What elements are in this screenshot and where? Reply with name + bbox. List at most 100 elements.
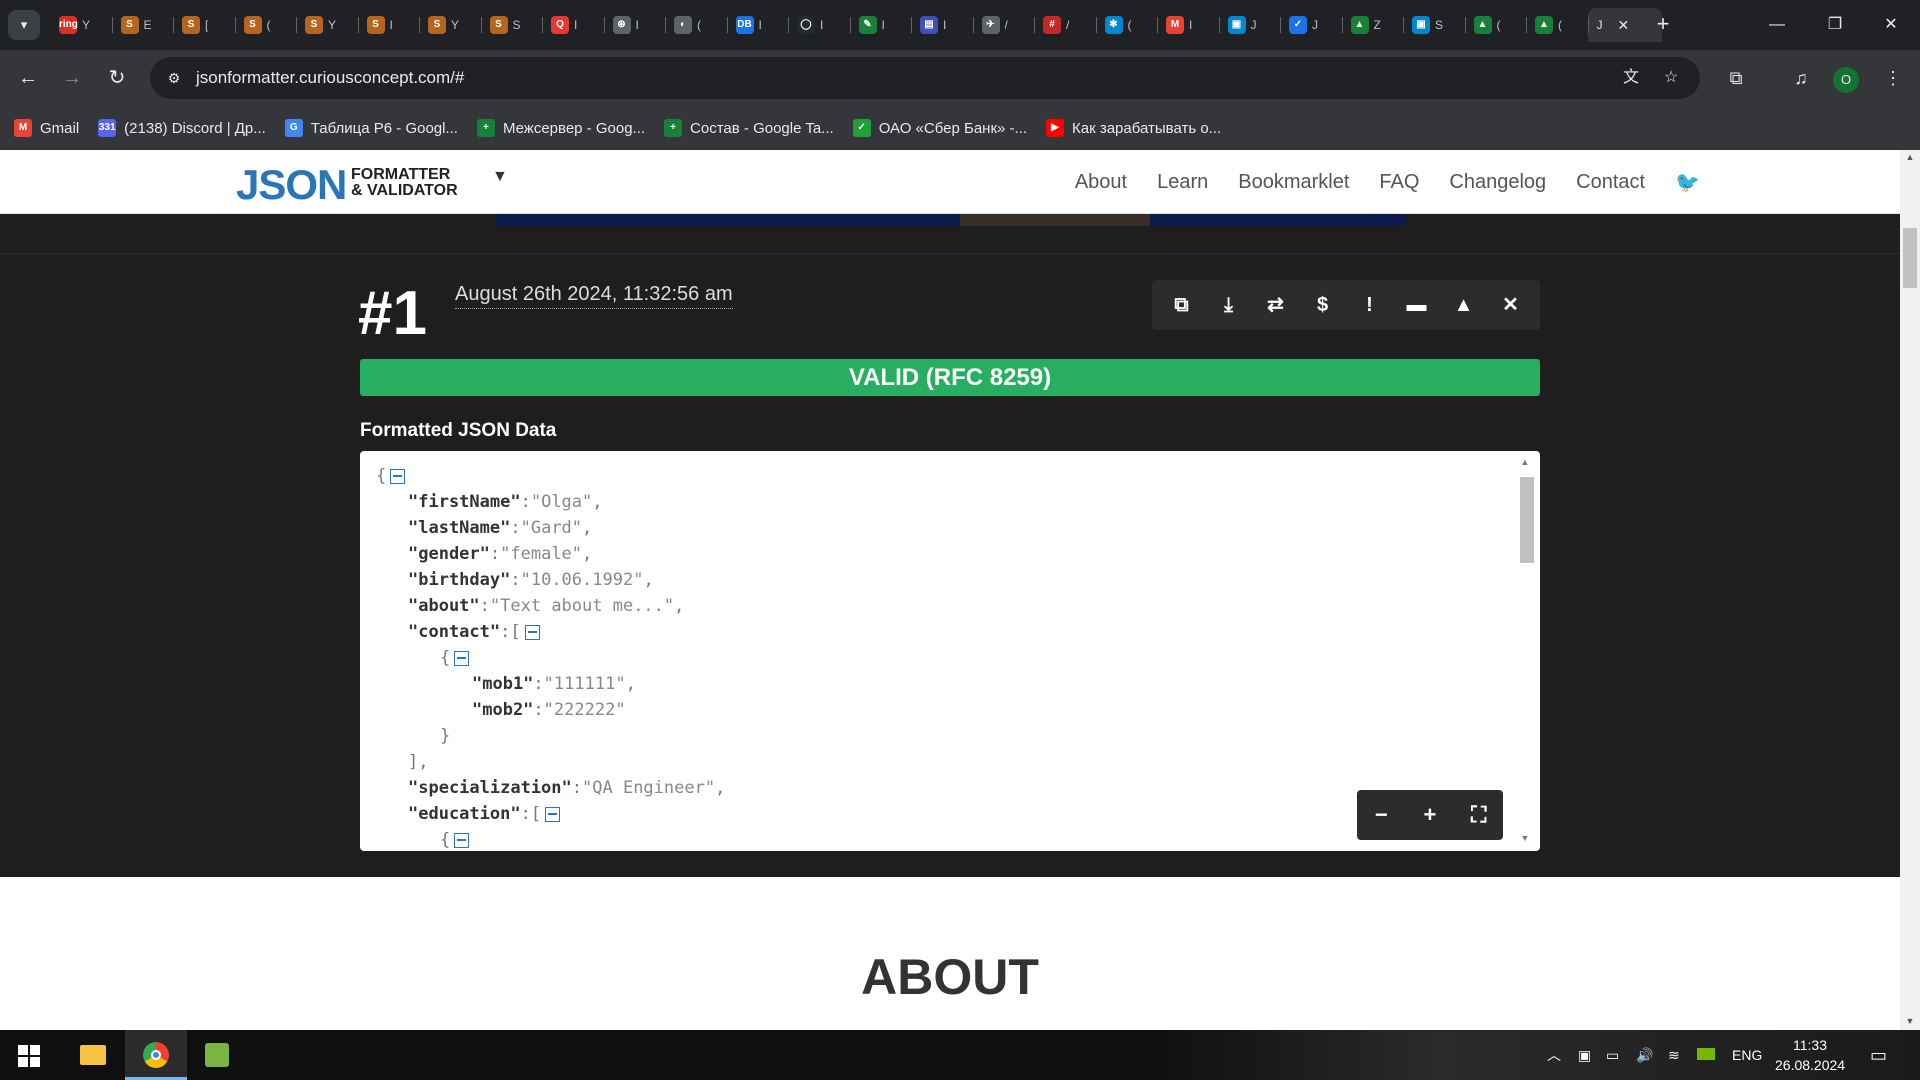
bookmark-item[interactable]: + Состав - Google Ta... [664, 119, 834, 137]
expand-icon[interactable]: ▲ [1448, 289, 1480, 321]
browser-tab[interactable]: ✈ / [972, 8, 1035, 42]
page-scroll-up-icon[interactable]: ▲ [1900, 152, 1920, 162]
taskbar-file-explorer[interactable] [62, 1030, 124, 1080]
collapse-toggle-icon[interactable] [454, 650, 470, 666]
bookmark-item[interactable]: G Таблица Р6 - Googl... [284, 119, 458, 137]
page-scroll-down-icon[interactable]: ▼ [1900, 1016, 1920, 1026]
windows-start-icon[interactable] [18, 1045, 40, 1067]
bookmark-item[interactable]: ▶ Как зарабатывать о... [1046, 119, 1221, 137]
reload-button[interactable]: ↻ [103, 64, 131, 92]
taskbar-clock[interactable]: 11:33 26.08.2024 [1775, 1035, 1845, 1075]
scroll-thumb[interactable] [1520, 477, 1534, 563]
scroll-up-icon[interactable]: ▲ [1520, 457, 1530, 467]
scroll-down-icon[interactable]: ▼ [1520, 833, 1530, 843]
collapse-toggle-icon[interactable] [524, 624, 540, 640]
extensions-icon[interactable]: ⧉ [1723, 65, 1749, 91]
browser-tab[interactable]: ▤ I [911, 8, 973, 42]
profile-avatar[interactable]: O [1833, 67, 1859, 93]
window-close-button[interactable]: ✕ [1862, 0, 1920, 50]
close-icon[interactable]: ✕ [1495, 289, 1527, 321]
collapse-toggle-icon[interactable] [454, 832, 470, 848]
logo-subtitle[interactable]: FORMATTER & VALIDATOR [351, 167, 458, 199]
logo-json-text[interactable]: JSON [236, 161, 347, 209]
battery-icon[interactable]: ▭ [1606, 1030, 1619, 1080]
browser-tab[interactable]: SE [111, 8, 174, 42]
repeat-icon[interactable]: ⇄ [1260, 289, 1292, 321]
tab-favicon-icon: S [489, 16, 508, 34]
url-text[interactable]: jsonformatter.curiousconcept.com/# [196, 68, 464, 88]
browser-tab[interactable]: SY [419, 8, 481, 42]
browser-tab[interactable]: ◐( [665, 8, 727, 42]
browser-tab[interactable]: SY [296, 8, 358, 42]
translate-icon[interactable]: 文 [1620, 67, 1642, 89]
browser-tab[interactable]: ⊛ I [603, 8, 666, 42]
notifications-icon[interactable]: ▭ [1870, 1030, 1887, 1080]
bookmark-item[interactable]: ✓ ОАО «Сбер Банк» -... [852, 119, 1027, 137]
browser-tab[interactable]: # / [1034, 8, 1096, 42]
browser-tab[interactable]: ▣ S [1403, 8, 1465, 42]
browser-tab[interactable]: QI [542, 8, 604, 42]
browser-tab[interactable]: ✎ I [849, 8, 912, 42]
nvidia-icon[interactable] [1697, 1030, 1715, 1080]
ad-banner-image[interactable] [960, 214, 1150, 226]
browser-tab[interactable]: ▲( [1464, 8, 1527, 42]
browser-tab[interactable]: SI [357, 8, 420, 42]
info-icon[interactable]: ! [1354, 289, 1386, 321]
download-icon[interactable]: ⤓ [1213, 289, 1245, 321]
browser-tab[interactable]: S( [234, 8, 297, 42]
browser-tab[interactable]: ▣ J [1218, 8, 1281, 42]
tab-search-button[interactable]: ▾ [8, 10, 40, 40]
twitter-icon[interactable]: 🐦 [1675, 170, 1700, 195]
nav-about[interactable]: About [1075, 171, 1127, 194]
collapse-toggle-icon[interactable] [545, 806, 561, 822]
browser-tab[interactable]: DB I [726, 8, 789, 42]
collapse-icon[interactable]: ▬ [1401, 289, 1433, 321]
nav-bookmarklet[interactable]: Bookmarklet [1238, 171, 1349, 194]
bookmark-item[interactable]: M Gmail [14, 119, 79, 137]
taskbar-app-3[interactable] [186, 1030, 248, 1080]
bookmark-star-icon[interactable]: ☆ [1660, 67, 1682, 89]
wifi-icon[interactable]: ≋ [1668, 1030, 1680, 1080]
browser-tab[interactable]: S[ [173, 8, 235, 42]
caret-down-icon[interactable]: ▼ [492, 168, 508, 186]
restore-button[interactable]: ❐ [1806, 0, 1864, 50]
language-indicator[interactable]: ENG [1732, 1030, 1762, 1080]
fullscreen-button[interactable]: ⛶ [1463, 799, 1495, 831]
tray-device-icon[interactable]: ▣ [1578, 1030, 1591, 1080]
back-button[interactable]: ← [14, 64, 42, 92]
ad-banner[interactable] [496, 214, 1406, 226]
browser-tab[interactable]: ▲ Z [1341, 8, 1404, 42]
forward-button[interactable]: → [58, 64, 86, 92]
zoom-out-button[interactable]: − [1365, 799, 1397, 831]
copy-icon[interactable]: ⧉ [1166, 289, 1198, 321]
minimize-button[interactable]: — [1748, 0, 1806, 50]
browser-tab[interactable]: ▲( [1526, 8, 1588, 42]
zoom-in-button[interactable]: + [1414, 799, 1446, 831]
json-viewer-scrollbar[interactable]: ▲ ▼ [1518, 457, 1534, 845]
new-tab-button[interactable]: + [1650, 12, 1676, 38]
collapse-toggle-icon[interactable] [390, 468, 406, 484]
dollar-icon[interactable]: $ [1307, 289, 1339, 321]
browser-tab[interactable]: SS [480, 8, 543, 42]
nav-learn[interactable]: Learn [1157, 171, 1208, 194]
nav-contact[interactable]: Contact [1576, 171, 1645, 194]
browser-tab[interactable]: MI [1157, 8, 1219, 42]
site-info-icon[interactable]: ⚙ [164, 68, 184, 88]
bookmark-item[interactable]: + Межсервер - Goog... [476, 119, 645, 137]
browser-tab[interactable]: ✱( [1095, 8, 1158, 42]
nav-faq[interactable]: FAQ [1379, 171, 1419, 194]
page-scrollbar[interactable]: ▲ ▼ [1900, 150, 1920, 1030]
browser-tab[interactable]: ✓ J [1280, 8, 1342, 42]
taskbar-chrome[interactable] [125, 1030, 187, 1080]
bookmark-item[interactable]: 331 (2138) Discord | Др... [98, 119, 266, 137]
close-icon[interactable]: ✕ [1618, 17, 1630, 34]
nav-changelog[interactable]: Changelog [1449, 171, 1546, 194]
menu-dots-icon[interactable]: ⋮ [1880, 65, 1906, 91]
volume-icon[interactable]: 🔊 [1636, 1030, 1653, 1080]
browser-tab[interactable]: ring Y [50, 8, 112, 42]
address-bar[interactable]: ⚙ jsonformatter.curiousconcept.com/# 文 ☆ [150, 57, 1700, 99]
page-scroll-thumb[interactable] [1903, 228, 1917, 288]
tray-chevron-icon[interactable]: ︿ [1547, 1030, 1561, 1080]
media-control-icon[interactable]: ♫ [1788, 65, 1814, 91]
browser-tab[interactable]: ◯ I [788, 8, 850, 42]
